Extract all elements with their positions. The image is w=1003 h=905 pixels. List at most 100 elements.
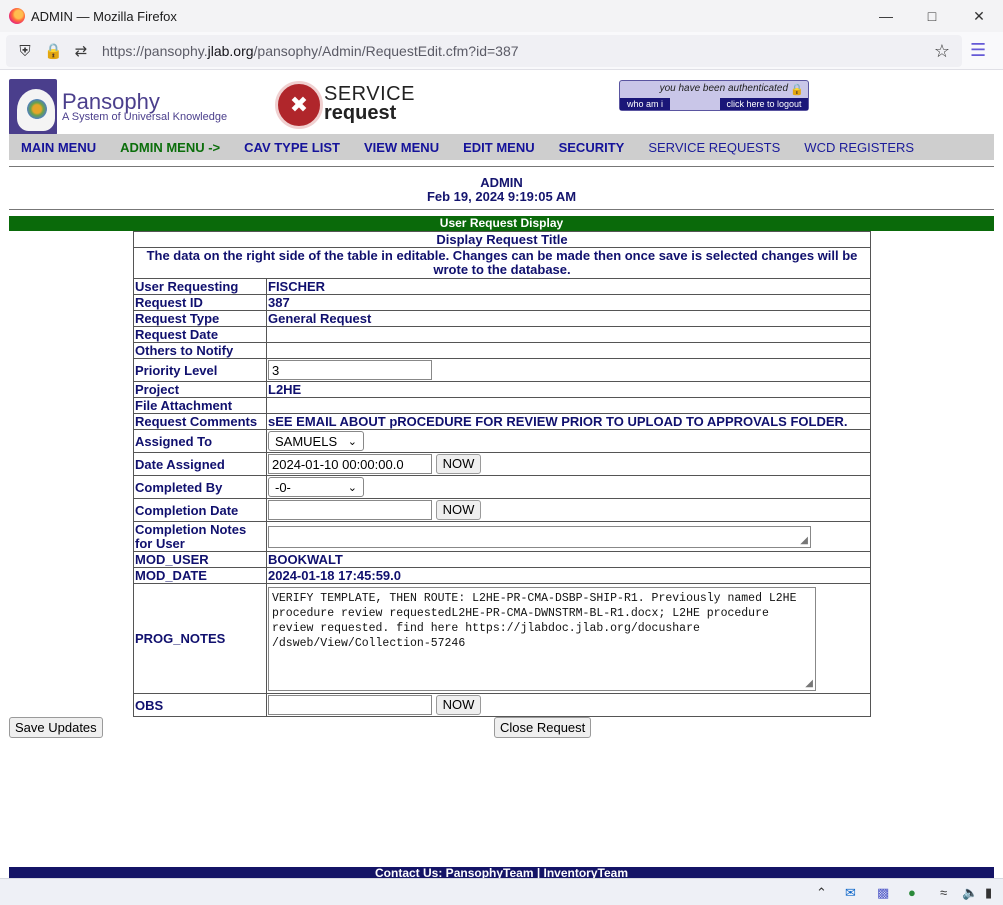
battery-icon[interactable]: ▮ [985, 885, 992, 901]
field-label: Assigned To [133, 429, 267, 453]
page-content: Pansophy A System of Universal Knowledge… [0, 71, 1003, 879]
table-row: Request Type General Request [133, 310, 871, 327]
field-label: User Requesting [133, 278, 267, 295]
divider [9, 166, 994, 167]
obs-now-button[interactable]: NOW [435, 695, 482, 715]
menu-cav-type-list[interactable]: CAV TYPE LIST [244, 140, 340, 155]
field-label: OBS [133, 693, 267, 717]
field-label: Request Date [133, 326, 267, 343]
section-title: User Request Display [9, 216, 994, 231]
date-assigned-input[interactable] [268, 454, 432, 474]
table-row: File Attachment [133, 397, 871, 414]
date-assigned-now-button[interactable]: NOW [435, 454, 482, 474]
shield-icon[interactable]: ⛨ [16, 43, 34, 60]
menu-admin[interactable]: ADMIN MENU -> [120, 140, 220, 155]
assigned-to-select[interactable]: SAMUELS ⌄ [268, 431, 364, 451]
firefox-icon [9, 8, 25, 24]
table-row: User Requesting FISCHER [133, 278, 871, 295]
table-row: Completed By -0- ⌄ [133, 475, 871, 499]
permissions-icon[interactable]: ⇄ [72, 42, 90, 60]
resize-grip-icon[interactable]: ◢ [805, 678, 813, 689]
url-field[interactable]: ⛨ 🔒 ⇄ https://pansophy.jlab.org/pansophy… [6, 35, 962, 67]
pansophy-logo-icon[interactable] [9, 79, 57, 135]
mod-date-value: 2024-01-18 17:45:59.0 [266, 567, 871, 584]
table-row: MOD_DATE 2024-01-18 17:45:59.0 [133, 567, 871, 584]
priority-level-input[interactable] [268, 360, 432, 380]
field-label: File Attachment [133, 397, 267, 414]
wrench-screwdriver-icon: ✖ [275, 81, 323, 129]
outlook-icon[interactable]: ✉ [845, 885, 856, 901]
speaker-icon[interactable]: 🔈 [962, 885, 978, 901]
request-table: Display Request Title The data on the ri… [133, 231, 871, 717]
completion-date-input[interactable] [268, 500, 432, 520]
field-label: Request ID [133, 294, 267, 311]
table-row: Assigned To SAMUELS ⌄ [133, 429, 871, 453]
field-label: Completion Notes for User [133, 521, 267, 552]
table-row: Request Date [133, 326, 871, 343]
logout-link[interactable]: click here to logout [720, 98, 808, 110]
file-attachment-value [266, 397, 871, 414]
completed-by-selected: -0- [275, 479, 291, 495]
page-timestamp: Feb 19, 2024 9:19:05 AM [426, 189, 577, 204]
completion-notes-textarea[interactable]: ◢ [268, 525, 811, 548]
minimize-icon[interactable]: — [862, 0, 910, 32]
field-label: Date Assigned [133, 452, 267, 476]
brand-tagline: A System of Universal Knowledge [62, 111, 228, 123]
main-menu-bar: MAIN MENU ADMIN MENU -> CAV TYPE LIST VI… [9, 134, 994, 160]
field-label: Completion Date [133, 498, 267, 522]
table-row: Priority Level [133, 358, 871, 382]
close-window-icon[interactable]: ✕ [955, 0, 1003, 32]
maximize-icon[interactable]: □ [908, 0, 956, 32]
resize-grip-icon[interactable]: ◢ [800, 535, 808, 546]
wifi-icon[interactable]: ≈ [940, 885, 947, 900]
mod-user-value: BOOKWALT [266, 551, 871, 568]
auth-box: you have been authenticated 🔒 who am i c… [619, 80, 809, 111]
table-row: Completion Notes for User ◢ [133, 521, 871, 552]
menu-security[interactable]: SECURITY [559, 140, 625, 155]
service-subtitle: request [324, 102, 397, 124]
menu-view[interactable]: VIEW MENU [364, 140, 439, 155]
field-label: Request Comments [133, 413, 267, 430]
table-row: PROG_NOTES VERIFY TEMPLATE, THEN ROUTE: … [133, 583, 871, 694]
divider [9, 209, 994, 210]
field-label: Request Type [133, 310, 267, 327]
table-row: MOD_USER BOOKWALT [133, 551, 871, 568]
others-to-notify-value [266, 342, 871, 359]
menu-service-requests[interactable]: SERVICE REQUESTS [648, 140, 780, 155]
lock-icon[interactable]: 🔒 [44, 42, 63, 60]
completion-notes-text [269, 527, 810, 533]
table-row: Request Comments sEE EMAIL ABOUT pROCEDU… [133, 413, 871, 430]
menu-edit[interactable]: EDIT MENU [463, 140, 535, 155]
window-title: ADMIN — Mozilla Firefox [31, 8, 177, 24]
obs-input[interactable] [268, 695, 432, 715]
url-text[interactable]: https://pansophy.jlab.org/pansophy/Admin… [102, 43, 519, 59]
table-row: Completion Date NOW [133, 498, 871, 522]
table-row: Project L2HE [133, 381, 871, 398]
completed-by-select[interactable]: -0- ⌄ [268, 477, 364, 497]
request-date-value [266, 326, 871, 343]
project-value: L2HE [266, 381, 871, 398]
menu-main[interactable]: MAIN MENU [21, 140, 96, 155]
save-updates-button[interactable]: Save Updates [9, 717, 103, 738]
chevron-down-icon: ⌄ [347, 481, 357, 494]
menu-icon[interactable]: ☰ [970, 40, 986, 61]
chevron-up-icon[interactable]: ⌃ [816, 885, 827, 901]
teams-icon[interactable]: ▩ [877, 885, 889, 901]
table-row: Date Assigned NOW [133, 452, 871, 476]
assigned-to-selected: SAMUELS [275, 433, 338, 449]
request-id-value: 387 [266, 294, 871, 311]
field-label: Completed By [133, 475, 267, 499]
globe-icon[interactable]: ● [908, 885, 916, 900]
field-label: Priority Level [133, 358, 267, 382]
completion-date-now-button[interactable]: NOW [435, 500, 482, 520]
table-row: OBS NOW [133, 693, 871, 717]
field-label: PROG_NOTES [133, 583, 267, 694]
menu-wcd-registers[interactable]: WCD REGISTERS [804, 140, 914, 155]
taskbar: ⌃ ✉ ▩ ● ≈ 🔈 ▮ [0, 878, 1003, 905]
who-am-i-link[interactable]: who am i [620, 98, 670, 110]
chevron-down-icon: ⌄ [347, 435, 357, 448]
close-request-button[interactable]: Close Request [494, 717, 592, 738]
bookmark-star-icon[interactable]: ☆ [934, 41, 950, 62]
prog-notes-textarea[interactable]: VERIFY TEMPLATE, THEN ROUTE: L2HE-PR-CMA… [268, 586, 816, 691]
field-label: MOD_USER [133, 551, 267, 568]
